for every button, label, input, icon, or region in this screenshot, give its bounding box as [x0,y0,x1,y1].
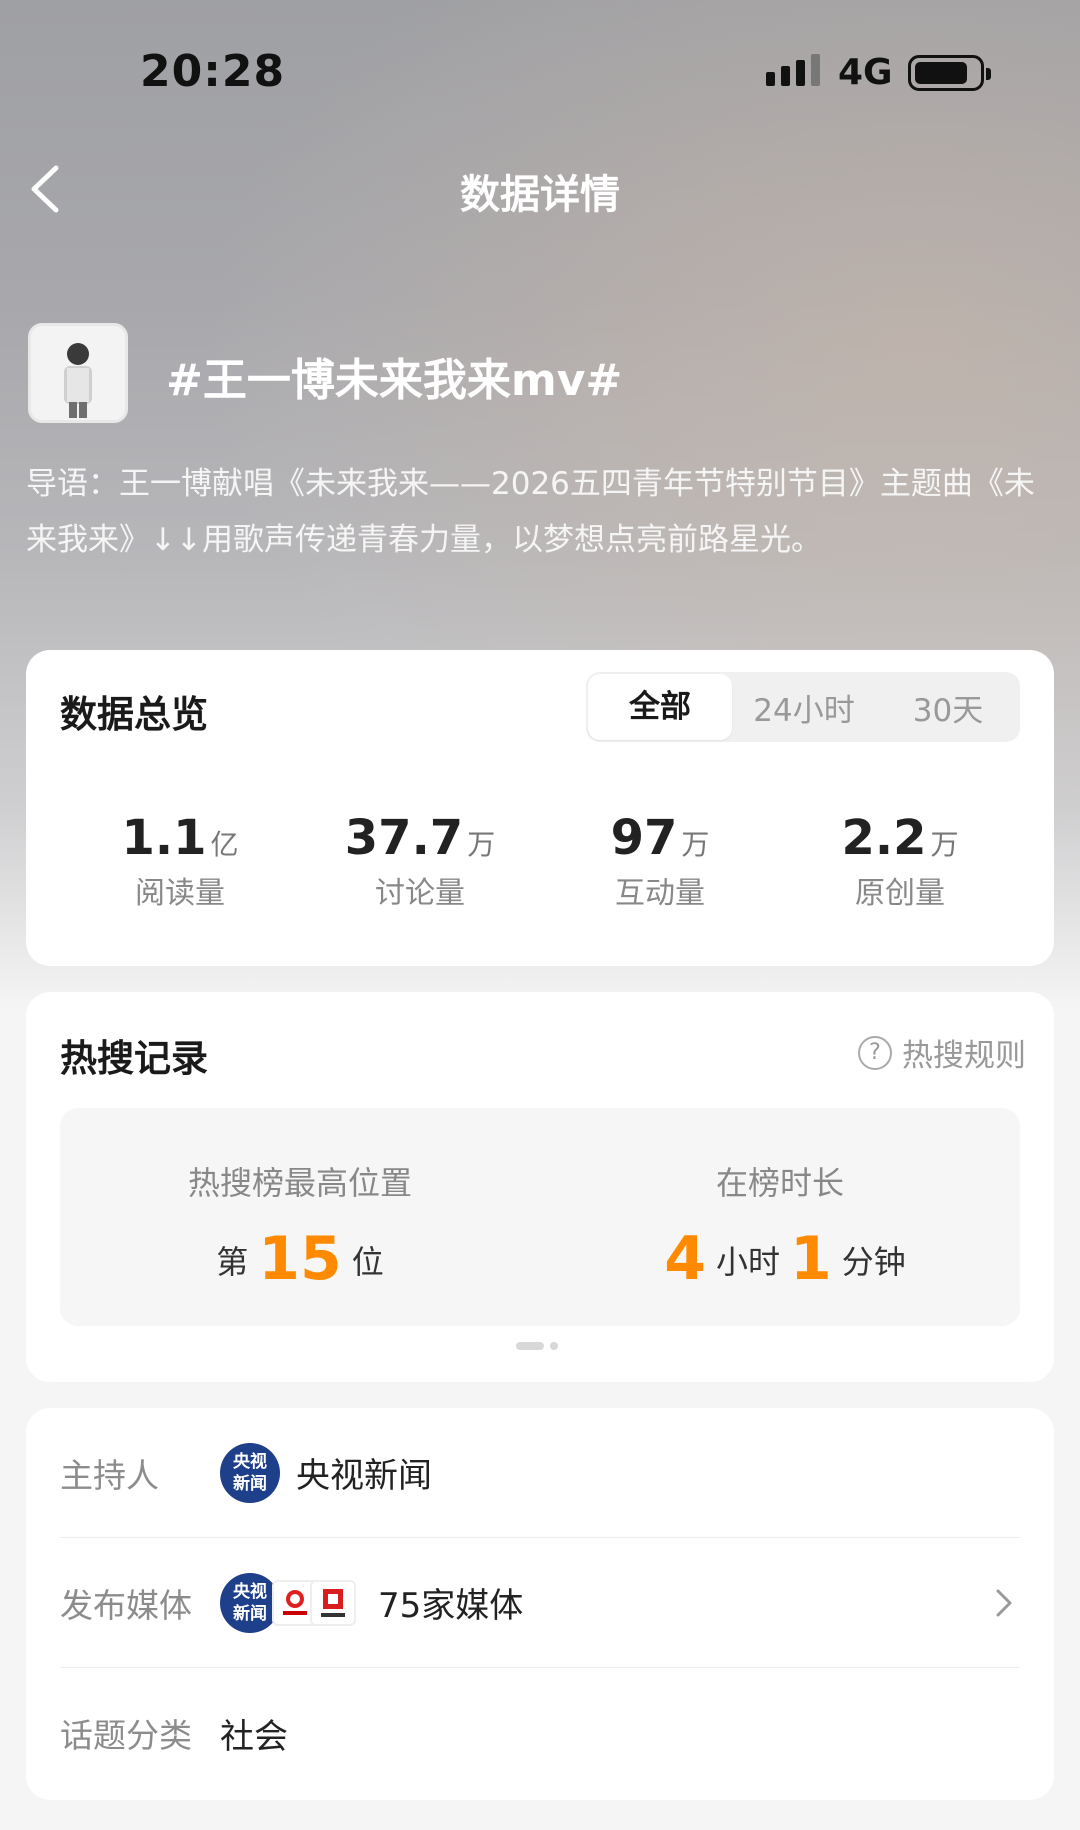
hours-unit: 小时 [715,1243,780,1281]
stat-originals: 2.2 万 原创量 [780,810,1020,912]
question-icon: ? [858,1035,892,1070]
cctv-news-logo-small: 央视 新闻 [220,1572,280,1633]
category-label: 话题分类 [60,1716,192,1755]
peak-position: 热搜榜最高位置 第 15 位 [60,1158,540,1294]
cctv-news-logo: 央视 新闻 [220,1442,280,1503]
stat-interactions: 97 万 互动量 [540,810,780,912]
category-value: 社会 [220,1716,288,1757]
data-overview-card: 数据总览 全部 24小时 30天 1.1 亿 阅读量 37.7 万 讨论量 97 万 … [26,650,1054,966]
peak-label: 热搜榜最高位置 [187,1164,412,1202]
page-indicator [516,1342,558,1350]
time-range-tabs: 全部 24小时 30天 [586,672,1020,742]
stat-unit: 万 [681,828,710,861]
stat-value: 97 [610,810,678,866]
media-count: 75家媒体 [378,1586,524,1626]
stat-reads: 1.1 亿 阅读量 [60,810,300,912]
topic-info-card: 主持人 央视 新闻 央视新闻 发布媒体 央视 新闻 75家媒体 话题分类 社会 [26,1408,1054,1800]
stat-label: 阅读量 [135,876,225,911]
stat-discussions: 37.7 万 讨论量 [300,810,540,912]
duration-label: 在榜时长 [715,1164,844,1202]
host-label: 主持人 [60,1455,159,1495]
minutes-unit: 分钟 [841,1243,906,1281]
duration-minutes: 1 [790,1224,832,1294]
host-row: 主持人 央视 新闻 央视新闻 [60,1408,1020,1538]
stat-label: 原创量 [855,876,945,911]
media-label: 发布媒体 [60,1585,192,1625]
network-type: 4G [838,52,893,93]
topic-title: #王一博未来我来mv# [166,355,623,406]
stat-value: 2.2 [841,810,927,866]
peak-prefix: 第 [216,1243,249,1281]
page-title: 数据详情 [460,172,620,218]
battery-icon [908,55,991,91]
overview-title: 数据总览 [60,693,208,736]
hot-search-card: 热搜记录 ? 热搜规则 热搜榜最高位置 第 15 位 在榜时长 4 小时 1 分钟 [26,992,1054,1382]
stat-value: 1.1 [121,810,207,866]
duration-hours: 4 [664,1224,706,1294]
stat-value: 37.7 [344,810,464,866]
category-row: 话题分类 社会 [60,1668,1020,1798]
signal-icon [766,54,820,86]
hot-search-title: 热搜记录 [60,1037,208,1080]
cctv4-logo [310,1579,356,1626]
tab-all[interactable]: 全部 [588,674,732,740]
stat-unit: 万 [467,828,496,861]
rules-label: 热搜规则 [902,1038,1026,1074]
stat-unit: 万 [930,828,959,861]
status-time: 20:28 [140,46,286,97]
hot-search-rules-link[interactable]: ? 热搜规则 [858,1030,1026,1075]
on-list-duration: 在榜时长 4 小时 1 分钟 [540,1158,1020,1294]
host-name[interactable]: 央视新闻 [296,1448,432,1497]
topic-avatar [28,323,128,423]
hot-search-summary: 热搜榜最高位置 第 15 位 在榜时长 4 小时 1 分钟 [60,1108,1020,1326]
peak-suffix: 位 [351,1243,384,1281]
tab-30d[interactable]: 30天 [876,685,1020,730]
stat-unit: 亿 [210,828,239,861]
tab-24h[interactable]: 24小时 [732,685,876,730]
media-row[interactable]: 发布媒体 央视 新闻 75家媒体 [60,1538,1020,1668]
stat-label: 互动量 [615,876,705,911]
stat-label: 讨论量 [375,876,465,911]
peak-value: 15 [258,1224,342,1294]
topic-intro: 导语：王一博献唱《未来我来——2026五四青年节特别节目》主题曲《未来我来》↓↓… [26,466,1035,558]
chevron-right-icon[interactable] [994,1587,1014,1619]
